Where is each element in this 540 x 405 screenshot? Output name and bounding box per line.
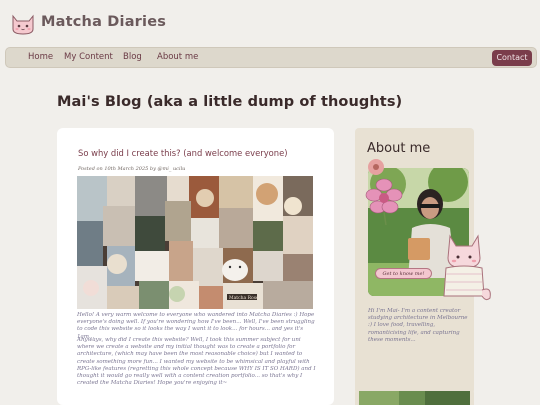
- nav-home[interactable]: Home: [28, 52, 53, 62]
- get-to-know-me-button[interactable]: Get to know me!: [375, 268, 432, 279]
- top-bar: Matcha Diaries: [0, 0, 540, 46]
- next-sidebar-card: [355, 389, 474, 405]
- cat-mascot-icon: [443, 234, 491, 301]
- post-paragraph-2: Anyways, why did I create this website? …: [77, 337, 316, 387]
- next-card-photo-graphic: [359, 391, 470, 405]
- site-title[interactable]: Matcha Diaries: [41, 14, 166, 30]
- about-me-title: About me: [367, 141, 431, 156]
- nav-my-content[interactable]: My Content: [64, 52, 113, 62]
- about-me-text: Hi I'm Mai- I'm a content creator studyi…: [368, 308, 468, 343]
- post-meta: Posted on 10th March 2025 by @mi_ ucilu: [78, 166, 186, 172]
- main-navbar: Home My Content Blog About me Contact: [5, 47, 537, 68]
- contact-button[interactable]: Contact: [492, 50, 532, 66]
- cat-face-icon[interactable]: [10, 12, 36, 36]
- post-collage-image: Matcha Rosé: [77, 176, 313, 309]
- nav-about-me[interactable]: About me: [157, 52, 198, 62]
- flower-decoration-icon: [365, 159, 403, 225]
- photo-collage-graphic: Matcha Rosé: [77, 176, 313, 309]
- nav-blog[interactable]: Blog: [123, 52, 142, 62]
- blog-post-card: So why did I create this? (and welcome e…: [57, 128, 334, 405]
- post-title[interactable]: So why did I create this? (and welcome e…: [78, 148, 288, 158]
- page-title: Mai's Blog (aka a little dump of thought…: [57, 94, 403, 110]
- svg-text:Matcha Rosé: Matcha Rosé: [229, 294, 259, 301]
